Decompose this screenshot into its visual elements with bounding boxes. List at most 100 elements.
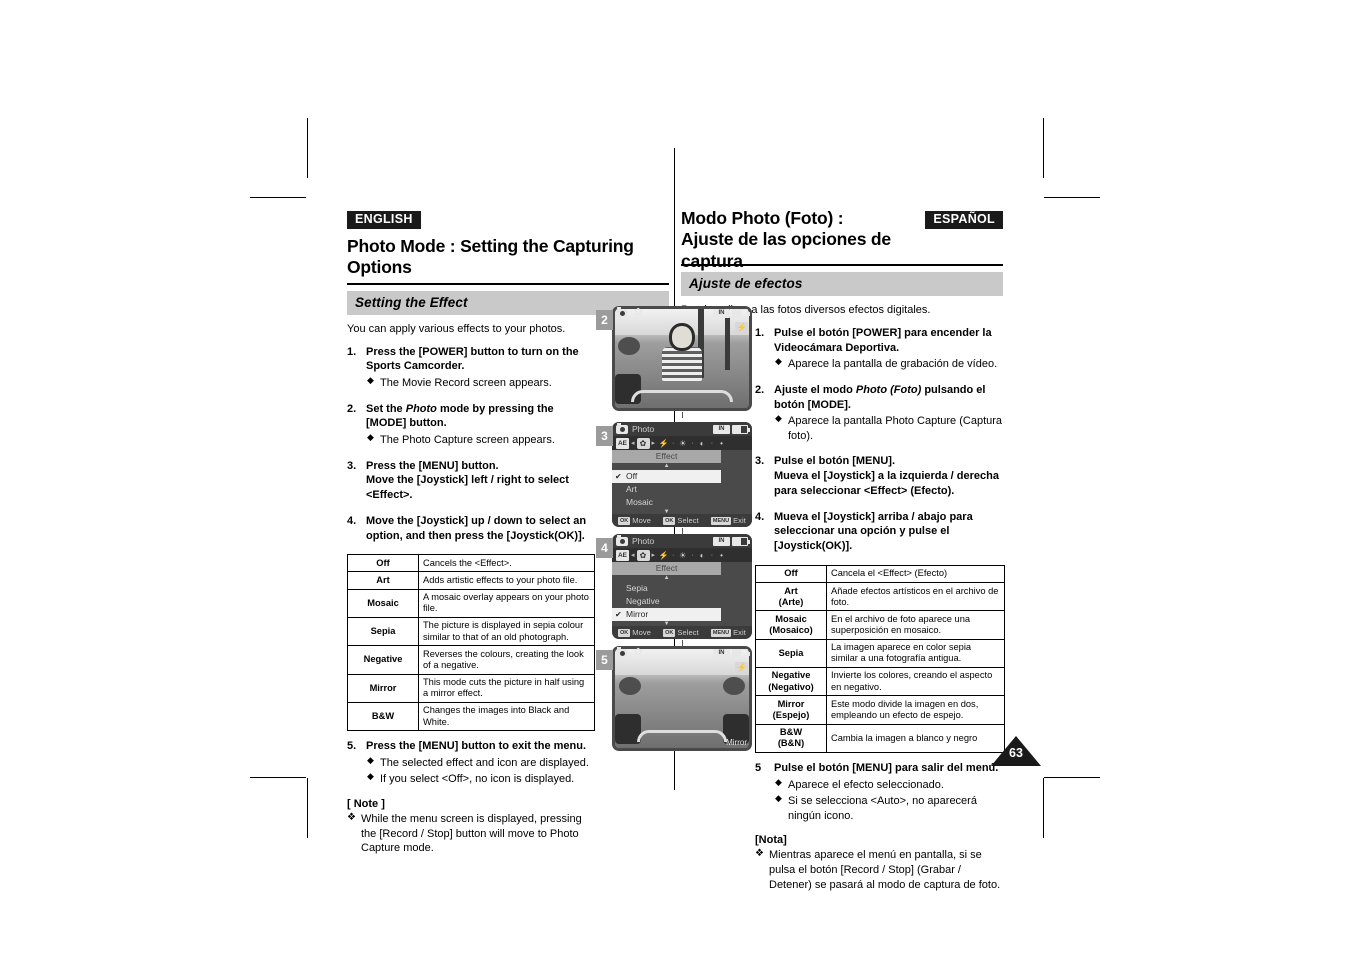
note-line: ❖ Mientras aparece el menú en pantalla, s… bbox=[755, 848, 1001, 891]
tab-flash[interactable]: ⚡ bbox=[657, 438, 670, 449]
spanish-tag-row: ESPAÑOL bbox=[681, 210, 1003, 230]
tab-more[interactable]: • bbox=[715, 550, 728, 561]
step-bullet: ◆ The selected effect and icon are displa… bbox=[367, 754, 589, 769]
osd-indicator-group: IN bbox=[713, 424, 750, 434]
battery-indicator bbox=[732, 648, 750, 658]
memory-indicator: IN bbox=[713, 308, 730, 318]
menu-item[interactable]: Mosaic bbox=[612, 496, 721, 509]
spanish-step-1: 1. Pulse el botón [POWER] para encender l… bbox=[755, 326, 1005, 372]
crop-mark-bottom-left-h bbox=[250, 777, 306, 778]
menu-item[interactable]: Sepia bbox=[612, 582, 721, 595]
crop-mark-bottom-right-v bbox=[1043, 778, 1044, 838]
tab-white-balance[interactable]: ☀ bbox=[676, 438, 689, 449]
step-body: Pulse el botón [POWER] para encender la … bbox=[774, 326, 1005, 372]
step-number: 5. bbox=[347, 740, 357, 753]
tab-focus[interactable]: ◐ bbox=[696, 438, 709, 449]
chevron-left-icon: ◂ bbox=[631, 440, 635, 447]
softkey-exit[interactable]: MENU Exit bbox=[710, 516, 746, 525]
memory-indicator: IN bbox=[713, 648, 730, 658]
english-tag-row: ENGLISH bbox=[347, 210, 669, 230]
note-line: ❖ While the menu screen is displayed, pre… bbox=[347, 811, 582, 855]
diamond-bullet-icon: ◆ bbox=[367, 754, 374, 765]
step-number: 2. bbox=[755, 383, 765, 396]
step-badge: 5 bbox=[596, 650, 613, 670]
option-name-cell: Off bbox=[347, 554, 419, 573]
step-number: 5 bbox=[755, 761, 762, 774]
key-glyph: OK bbox=[663, 628, 676, 637]
step-body: Pulse el botón [MENU] para salir del men… bbox=[774, 761, 1005, 823]
step-number: 1. bbox=[347, 345, 357, 358]
menu-item[interactable]: Negative bbox=[612, 595, 721, 608]
step-body: Move the [Joystick] up / down to select … bbox=[366, 514, 595, 543]
photo-mode-icon bbox=[616, 646, 628, 658]
tab-focus[interactable]: ◐ bbox=[696, 550, 709, 561]
scroll-up-icon[interactable]: ▲ bbox=[612, 575, 721, 582]
step-number: 3. bbox=[347, 459, 357, 472]
spanish-note-title: [Nota] bbox=[755, 834, 787, 847]
spanish-step-3: 3. Pulse el botón [MENU]. Mueva el [Joysti… bbox=[755, 454, 1005, 498]
english-step-3: 3. Press the [MENU] button. Move the [Joys… bbox=[347, 459, 595, 503]
tab-auto-exposure[interactable]: AE bbox=[616, 437, 629, 449]
step-bullet: ◆ The Movie Record screen appears. bbox=[367, 375, 552, 390]
menu-option-list: ▲ ✔ Off Art Mosaic ▼ bbox=[612, 463, 722, 516]
table-row: Mosaic (Mosaico) En el archivo de foto apa… bbox=[755, 610, 1005, 640]
option-description-cell: Este modo divide la imagen en dos, emple… bbox=[826, 695, 1005, 725]
osd-softkey-bar: OK Move OK Select MENU Exit bbox=[612, 514, 752, 527]
tab-more[interactable]: • bbox=[715, 438, 728, 449]
photo-preview-mirrored bbox=[615, 649, 749, 748]
scroll-up-icon[interactable]: ▲ bbox=[612, 463, 721, 470]
table-row: Mirror This mode cuts the picture in half… bbox=[347, 673, 595, 703]
tab-effect[interactable]: ✿ bbox=[636, 437, 650, 449]
option-description-cell: Adds artistic effects to your photo file… bbox=[418, 571, 595, 590]
spanish-steps-group-b: 5 Pulse el botón [MENU] para salir del me… bbox=[681, 761, 1003, 823]
scene-child-head bbox=[669, 322, 695, 351]
memory-indicator: IN bbox=[713, 536, 730, 546]
mirror-half-left bbox=[615, 649, 682, 748]
softkey-label: Move bbox=[632, 516, 652, 525]
osd-status-bar: ✿ IN bbox=[612, 306, 752, 320]
osd-mode-label: Photo bbox=[632, 424, 655, 434]
tab-white-balance[interactable]: ☀ bbox=[676, 550, 689, 561]
option-description-cell: Añade efectos artísticos en el archivo d… bbox=[826, 582, 1005, 612]
scene-shrub bbox=[618, 676, 641, 695]
scene-child-body bbox=[662, 346, 702, 381]
menu-item[interactable]: Art bbox=[612, 483, 721, 496]
softkey-move[interactable]: OK Move bbox=[618, 516, 651, 525]
effect-name-label: Mirror bbox=[726, 738, 747, 747]
softkey-exit[interactable]: MENU Exit bbox=[710, 628, 746, 637]
menu-tab-row: AE ◂ ✿ ▸ ⚡ · ☀ · ◐ · • bbox=[612, 548, 752, 562]
tab-flash[interactable]: ⚡ bbox=[657, 550, 670, 561]
crop-mark-top-left-v bbox=[307, 118, 308, 178]
battery-indicator bbox=[732, 536, 750, 546]
spanish-section-band: Ajuste de efectos bbox=[681, 272, 1003, 296]
tab-effect[interactable]: ✿ bbox=[636, 549, 650, 561]
osd-indicator-group: IN bbox=[713, 536, 750, 546]
diamond-bullet-icon: ◆ bbox=[775, 356, 782, 367]
lcd-screen: Photo IN AE ◂ ✿ ▸ ⚡ · ☀ · ◐ · • Effect ▲ Sepia Negative ✔… bbox=[612, 534, 752, 639]
english-options-table-wrap: Off Cancels the <Effect>. Art Adds artistic… bbox=[347, 554, 595, 732]
menu-item[interactable]: ✔ Mirror bbox=[612, 608, 722, 621]
diamond-bullet-icon: ◆ bbox=[775, 413, 782, 424]
softkey-select[interactable]: OK Select bbox=[663, 628, 699, 637]
softkey-select[interactable]: OK Select bbox=[663, 516, 699, 525]
english-step-4: 4. Move the [Joystick] up / down to selec… bbox=[347, 514, 595, 543]
cross-bullet-icon: ❖ bbox=[755, 848, 764, 860]
step-instruction: Set the Photo mode by pressing the [MODE… bbox=[366, 402, 554, 430]
option-name-cell: Off bbox=[755, 564, 827, 584]
step-badge: 2 bbox=[596, 310, 613, 330]
spanish-note-lines: ❖ Mientras aparece el menú en pantalla, s… bbox=[755, 848, 1005, 892]
tab-auto-exposure[interactable]: AE bbox=[616, 549, 629, 561]
menu-item[interactable]: ✔ Off bbox=[612, 470, 722, 483]
lcd-screen: ✿ IN ⚡ Mirror bbox=[612, 646, 752, 751]
tab-separator: · bbox=[691, 439, 694, 447]
osd-softkey-bar: OK Move OK Select MENU Exit bbox=[612, 626, 752, 639]
spanish-options-table-wrap: Off Cancela el <Effect> (Efecto) Art (Arte)… bbox=[755, 564, 1005, 753]
softkey-move[interactable]: OK Move bbox=[618, 628, 651, 637]
battery-indicator bbox=[732, 424, 750, 434]
english-step-5: 5. Press the [MENU] button to exit the me… bbox=[347, 739, 595, 787]
option-description-cell: Reverses the colours, creating the look … bbox=[418, 645, 595, 675]
spanish-step-5: 5 Pulse el botón [MENU] para salir del me… bbox=[755, 761, 1005, 823]
step-emphasis: Photo (Foto) bbox=[855, 383, 922, 396]
option-description-cell: Cancels the <Effect>. bbox=[418, 554, 595, 573]
step-body: Ajuste el modo Photo (Foto) pulsando el … bbox=[774, 383, 1005, 444]
